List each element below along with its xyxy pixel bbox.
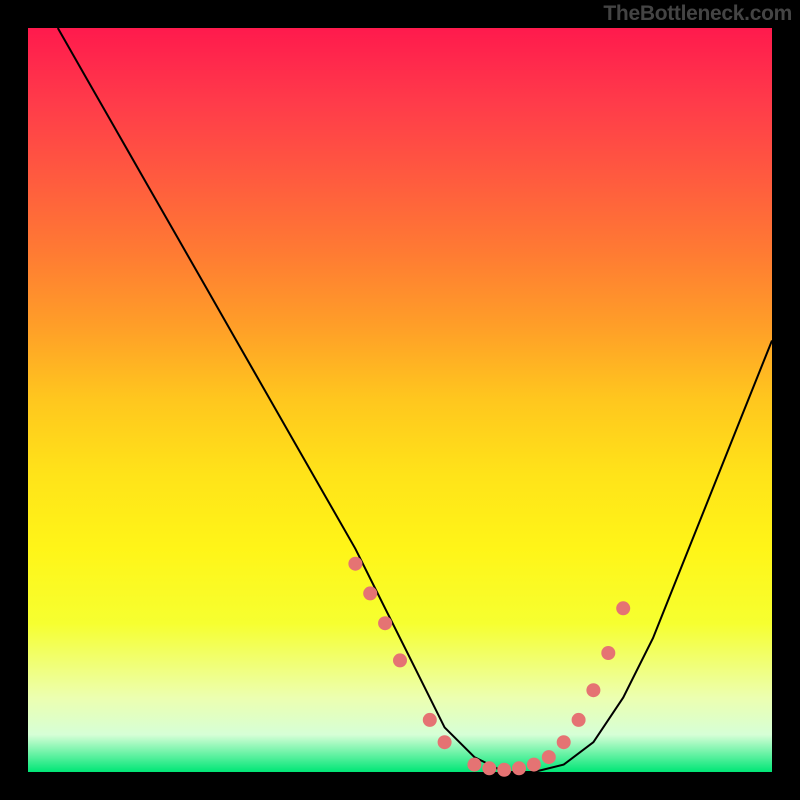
data-marker [438,735,452,749]
data-marker [497,763,511,777]
data-marker [348,557,362,571]
curve-path [58,28,772,772]
data-marker [616,601,630,615]
data-marker [378,616,392,630]
watermark-text: TheBottleneck.com [603,2,792,26]
marker-group [348,557,630,777]
data-marker [557,735,571,749]
data-marker [482,761,496,775]
data-marker [512,761,526,775]
plot-area [28,28,772,772]
data-marker [601,646,615,660]
data-marker [467,758,481,772]
data-marker [423,713,437,727]
data-marker [363,586,377,600]
chart-svg [28,28,772,772]
data-marker [572,713,586,727]
data-marker [527,758,541,772]
data-marker [586,683,600,697]
data-marker [542,750,556,764]
data-marker [393,653,407,667]
